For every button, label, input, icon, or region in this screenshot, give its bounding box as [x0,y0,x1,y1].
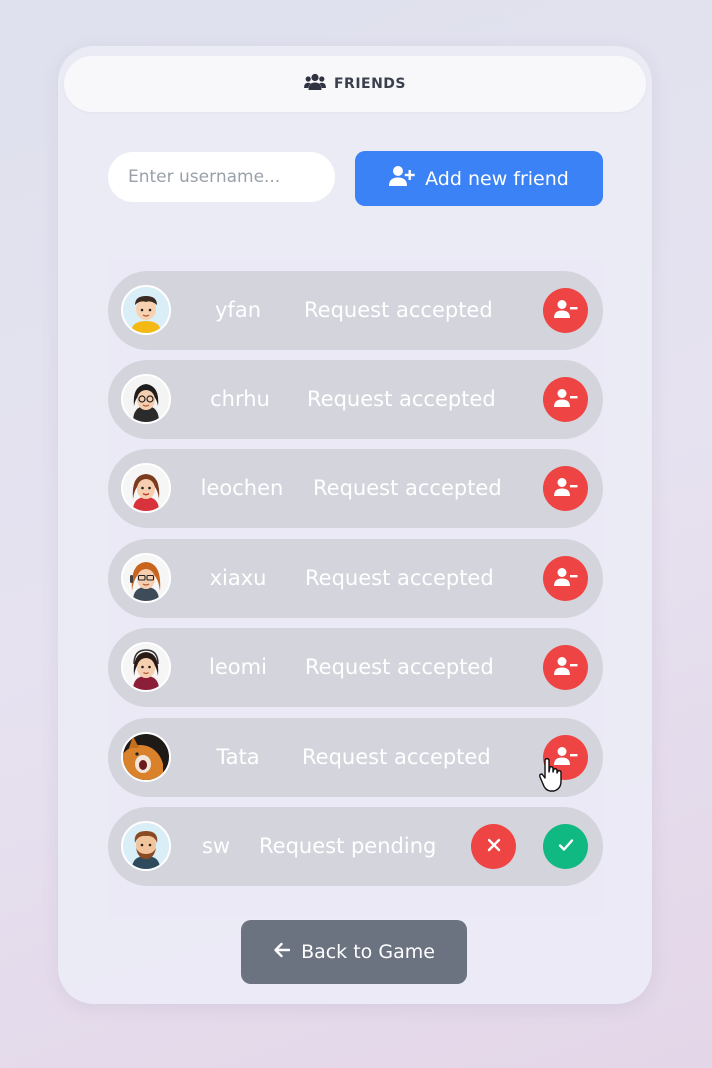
users-icon [303,73,326,95]
avatar [121,642,171,692]
pointer-cursor-icon [538,757,564,797]
friend-status: Request accepted [305,566,494,590]
friend-username: sw [201,834,231,858]
friend-row: xiaxu Request accepted [108,539,603,618]
back-to-game-label: Back to Game [301,941,435,963]
avatar [121,374,171,424]
friend-status: Request accepted [307,387,496,411]
avatar [121,285,171,335]
friend-row: Tata Request accepted [108,718,603,797]
user-minus-icon [553,388,578,411]
arrow-left-icon [273,941,291,963]
friend-username: xiaxu [209,566,267,590]
avatar [121,553,171,603]
user-minus-icon [553,299,578,322]
back-to-game-button[interactable]: Back to Game [241,920,467,984]
user-minus-icon [553,477,578,500]
avatar [121,732,171,782]
friend-username: Tata [216,745,260,769]
avatar [121,463,171,513]
add-friend-button[interactable]: Add new friend [355,151,603,206]
friends-panel: FRIENDS Add new friend [58,46,652,1004]
friend-row: sw Request pending [108,807,603,886]
username-input[interactable] [108,152,335,202]
avatar [121,821,171,871]
decline-request-button[interactable] [471,824,516,869]
remove-friend-button[interactable] [543,288,588,333]
remove-friend-button[interactable] [543,466,588,511]
friend-username: chrhu [210,387,270,411]
friend-row: chrhu Request accepted [108,360,603,439]
remove-friend-button[interactable] [543,645,588,690]
remove-friend-button[interactable] [543,377,588,422]
user-minus-icon [553,567,578,590]
friends-list: yfan Request accepted chrhu Request acce… [108,258,603,918]
close-icon [487,838,501,855]
friend-username: yfan [215,298,261,322]
check-icon [558,838,574,855]
friend-status: Request accepted [305,655,494,679]
friend-row: yfan Request accepted [108,271,603,350]
accept-request-button[interactable] [543,824,588,869]
friend-status: Request pending [259,834,437,858]
user-plus-icon [389,165,415,192]
friend-row: leochen Request accepted [108,449,603,528]
friend-username: leomi [209,655,267,679]
page-title: FRIENDS [333,76,407,92]
friend-status: Request accepted [302,745,491,769]
friend-status: Request accepted [304,298,493,322]
add-friend-label: Add new friend [425,167,569,190]
friend-status: Request accepted [313,476,502,500]
remove-friend-button[interactable] [543,556,588,601]
friend-username: leochen [200,476,284,500]
panel-header: FRIENDS [64,56,646,112]
friend-row: leomi Request accepted [108,628,603,707]
user-minus-icon [553,656,578,679]
